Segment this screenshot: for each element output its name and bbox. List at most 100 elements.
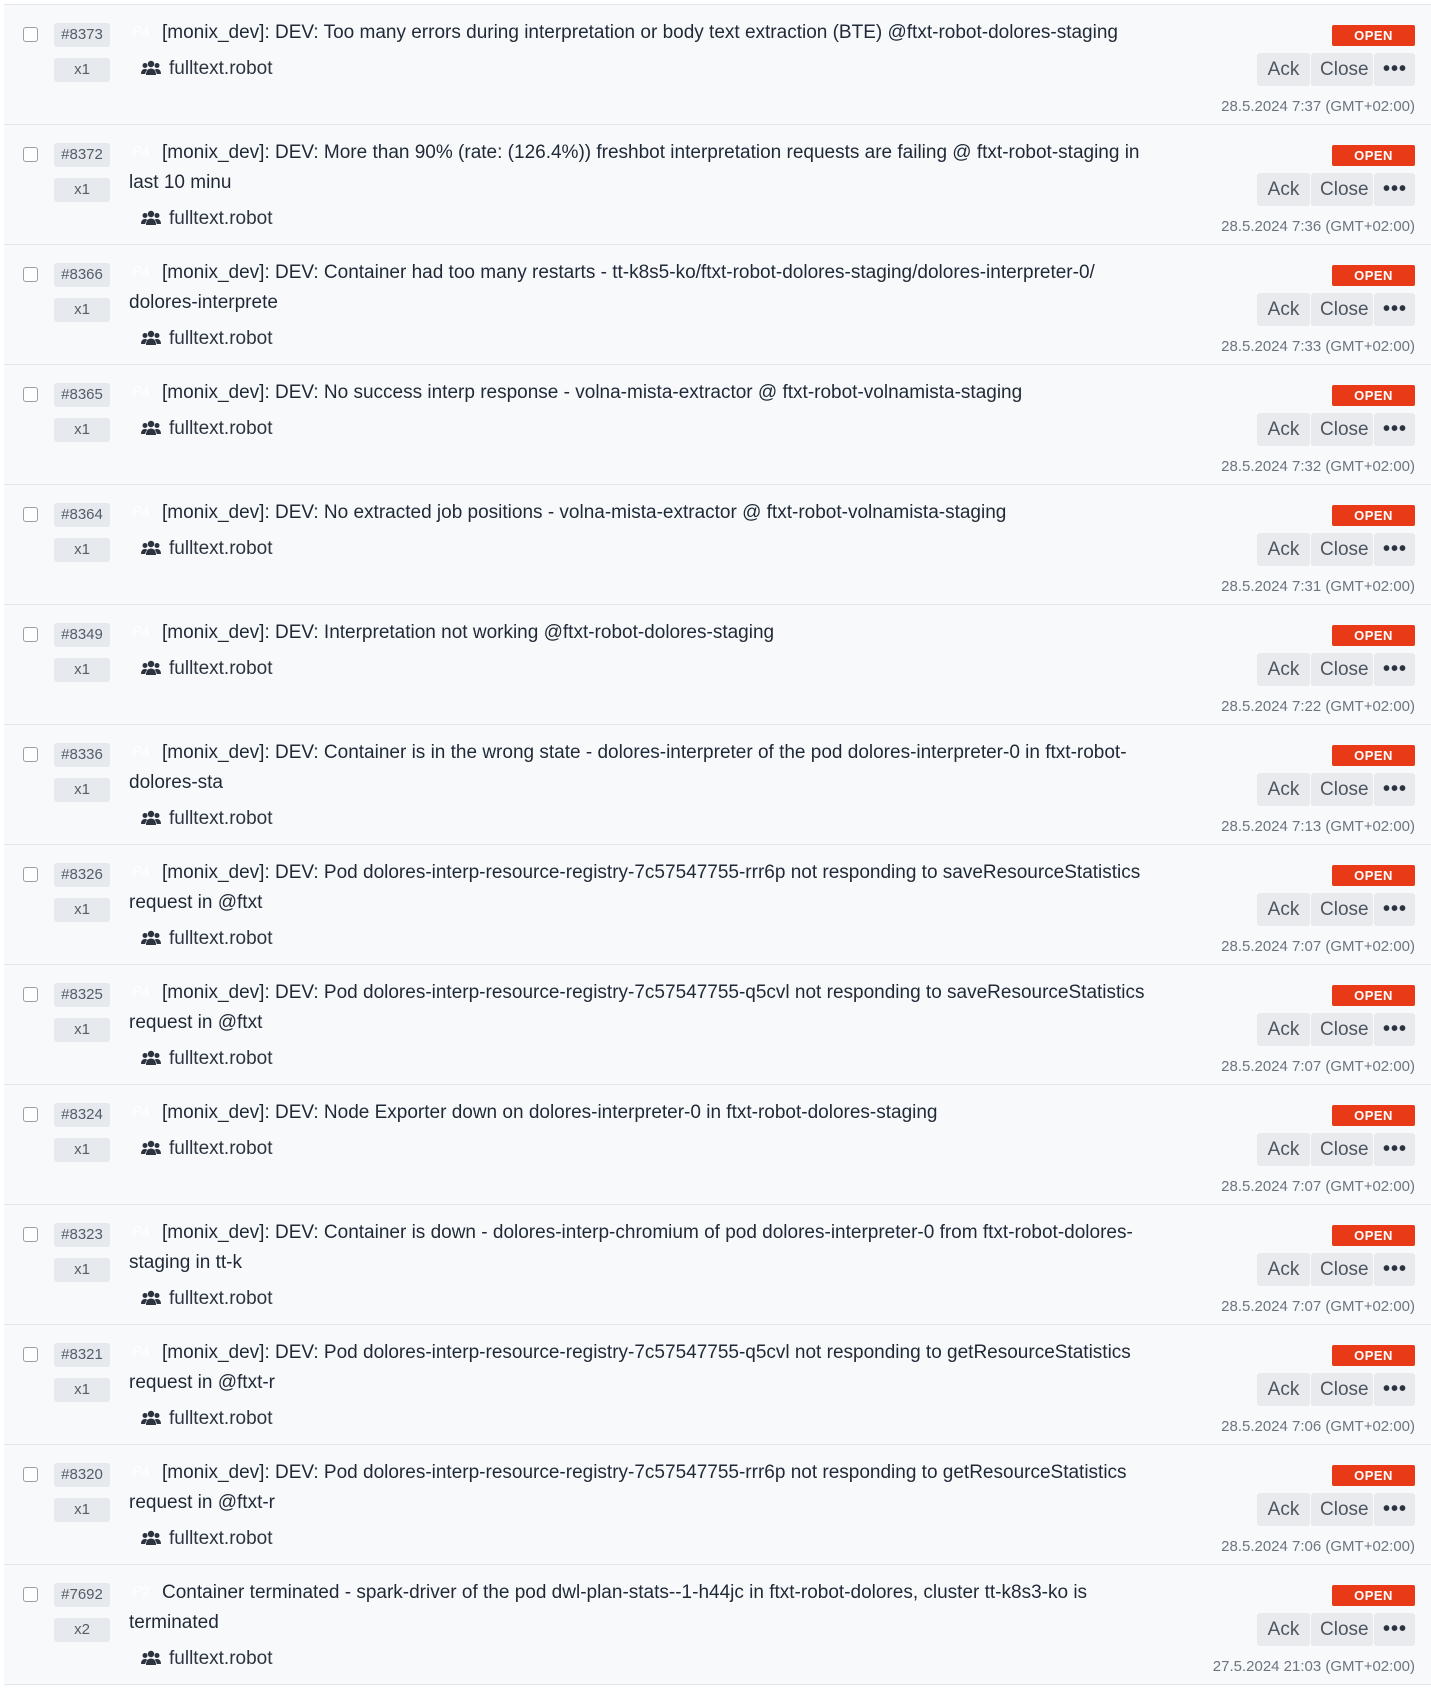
alert-title[interactable]: P4 [monix_dev]: DEV: Pod dolores-interp-r… xyxy=(129,978,1149,1038)
select-checkbox[interactable] xyxy=(23,1587,38,1602)
select-checkbox[interactable] xyxy=(23,267,38,282)
ack-button[interactable]: Ack xyxy=(1257,1613,1310,1646)
select-checkbox[interactable] xyxy=(23,867,38,882)
ack-button[interactable]: Ack xyxy=(1257,413,1310,446)
ack-button[interactable]: Ack xyxy=(1257,53,1310,86)
alert-title[interactable]: P4 [monix_dev]: DEV: Container is down - … xyxy=(129,1218,1149,1278)
close-button[interactable]: Close xyxy=(1311,1253,1373,1286)
alert-timestamp: 27.5.2024 21:03 (GMT+02:00) xyxy=(1212,1658,1415,1675)
ack-button[interactable]: Ack xyxy=(1257,1133,1310,1166)
ack-button[interactable]: Ack xyxy=(1257,1373,1310,1406)
owner-name: fulltext.robot xyxy=(169,538,273,559)
alert-title-text: [monix_dev]: DEV: Node Exporter down on … xyxy=(162,1102,938,1123)
alert-actions: Ack Close ••• xyxy=(1257,1493,1415,1526)
close-button[interactable]: Close xyxy=(1311,413,1373,446)
select-checkbox[interactable] xyxy=(23,1347,38,1362)
select-checkbox[interactable] xyxy=(23,27,38,42)
alert-row[interactable]: #7692 x2 P2 Container terminated - spark-… xyxy=(4,1565,1431,1685)
more-options-button[interactable]: ••• xyxy=(1374,653,1415,686)
occurrence-count: x1 xyxy=(54,1378,110,1402)
alert-timestamp: 28.5.2024 7:07 (GMT+02:00) xyxy=(1221,1058,1415,1075)
select-checkbox[interactable] xyxy=(23,387,38,402)
select-checkbox[interactable] xyxy=(23,627,38,642)
select-checkbox[interactable] xyxy=(23,147,38,162)
more-options-button[interactable]: ••• xyxy=(1374,1133,1415,1166)
close-button[interactable]: Close xyxy=(1311,773,1373,806)
alert-row[interactable]: #8324 x1 P4 [monix_dev]: DEV: Node Export… xyxy=(4,1085,1431,1205)
close-button[interactable]: Close xyxy=(1311,53,1373,86)
select-checkbox[interactable] xyxy=(23,1107,38,1122)
alert-row[interactable]: #8373 x1 P4 [monix_dev]: DEV: Too many er… xyxy=(4,5,1431,125)
more-options-button[interactable]: ••• xyxy=(1374,1493,1415,1526)
alert-row[interactable]: #8336 x1 P4 [monix_dev]: DEV: Container i… xyxy=(4,725,1431,845)
alert-title[interactable]: P4 [monix_dev]: DEV: Interpretation not w… xyxy=(129,618,1149,648)
alert-row[interactable]: #8323 x1 P4 [monix_dev]: DEV: Container i… xyxy=(4,1205,1431,1325)
alert-row[interactable]: #8372 x1 P4 [monix_dev]: DEV: More than 9… xyxy=(4,125,1431,245)
more-options-button[interactable]: ••• xyxy=(1374,173,1415,206)
select-checkbox[interactable] xyxy=(23,987,38,1002)
team-owner: fulltext.robot xyxy=(141,57,273,81)
ack-button[interactable]: Ack xyxy=(1257,893,1310,926)
ack-button[interactable]: Ack xyxy=(1257,293,1310,326)
more-options-button[interactable]: ••• xyxy=(1374,773,1415,806)
more-options-button[interactable]: ••• xyxy=(1374,1013,1415,1046)
alert-row[interactable]: #8364 x1 P4 [monix_dev]: DEV: No extracte… xyxy=(4,485,1431,605)
alert-title[interactable]: P4 [monix_dev]: DEV: Container is in the … xyxy=(129,738,1149,798)
ack-button[interactable]: Ack xyxy=(1257,173,1310,206)
alert-actions: Ack Close ••• xyxy=(1257,293,1415,326)
alert-actions: Ack Close ••• xyxy=(1257,1253,1415,1286)
alert-title[interactable]: P4 [monix_dev]: DEV: Pod dolores-interp-r… xyxy=(129,1458,1149,1518)
select-checkbox[interactable] xyxy=(23,1227,38,1242)
close-button[interactable]: Close xyxy=(1311,1613,1373,1646)
close-button[interactable]: Close xyxy=(1311,1373,1373,1406)
select-checkbox[interactable] xyxy=(23,747,38,762)
close-button[interactable]: Close xyxy=(1311,1013,1373,1046)
alert-row[interactable]: #8320 x1 P4 [monix_dev]: DEV: Pod dolores… xyxy=(4,1445,1431,1565)
alert-row[interactable]: #8365 x1 P4 [monix_dev]: DEV: No success … xyxy=(4,365,1431,485)
alert-title-text: [monix_dev]: DEV: Too many errors during… xyxy=(162,22,1118,43)
alert-title[interactable]: P4 [monix_dev]: DEV: Pod dolores-interp-r… xyxy=(129,1338,1149,1398)
alert-row[interactable]: #8349 x1 P4 [monix_dev]: DEV: Interpretat… xyxy=(4,605,1431,725)
ack-button[interactable]: Ack xyxy=(1257,653,1310,686)
close-button[interactable]: Close xyxy=(1311,1133,1373,1166)
alert-row[interactable]: #8326 x1 P4 [monix_dev]: DEV: Pod dolores… xyxy=(4,845,1431,965)
alert-id: #8372 xyxy=(54,143,110,167)
more-options-button[interactable]: ••• xyxy=(1374,293,1415,326)
alert-title[interactable]: P4 [monix_dev]: DEV: Node Exporter down o… xyxy=(129,1098,1149,1128)
close-button[interactable]: Close xyxy=(1311,1493,1373,1526)
close-button[interactable]: Close xyxy=(1311,173,1373,206)
alert-id: #8320 xyxy=(54,1463,110,1487)
alert-title-text: [monix_dev]: DEV: More than 90% (rate: (… xyxy=(129,142,1140,193)
alert-row[interactable]: #8321 x1 P4 [monix_dev]: DEV: Pod dolores… xyxy=(4,1325,1431,1445)
alert-title[interactable]: P4 [monix_dev]: DEV: No extracted job pos… xyxy=(129,498,1149,528)
ack-button[interactable]: Ack xyxy=(1257,773,1310,806)
more-options-button[interactable]: ••• xyxy=(1374,413,1415,446)
more-options-button[interactable]: ••• xyxy=(1374,893,1415,926)
select-checkbox[interactable] xyxy=(23,1467,38,1482)
priority-badge: P4 xyxy=(132,383,150,399)
alert-title[interactable]: P2 Container terminated - spark-driver of… xyxy=(129,1578,1149,1638)
more-options-button[interactable]: ••• xyxy=(1374,1613,1415,1646)
close-button[interactable]: Close xyxy=(1311,293,1373,326)
more-options-button[interactable]: ••• xyxy=(1374,533,1415,566)
ack-button[interactable]: Ack xyxy=(1257,1013,1310,1046)
more-options-button[interactable]: ••• xyxy=(1374,1373,1415,1406)
alert-title[interactable]: P4 [monix_dev]: DEV: Too many errors duri… xyxy=(129,18,1149,48)
alert-title[interactable]: P4 [monix_dev]: DEV: Container had too ma… xyxy=(129,258,1149,318)
ack-button[interactable]: Ack xyxy=(1257,1493,1310,1526)
ack-button[interactable]: Ack xyxy=(1257,1253,1310,1286)
more-options-button[interactable]: ••• xyxy=(1374,1253,1415,1286)
alert-title[interactable]: P4 [monix_dev]: DEV: Pod dolores-interp-r… xyxy=(129,858,1149,918)
close-button[interactable]: Close xyxy=(1311,653,1373,686)
select-checkbox[interactable] xyxy=(23,507,38,522)
alert-row[interactable]: #8366 x1 P4 [monix_dev]: DEV: Container h… xyxy=(4,245,1431,365)
alert-row[interactable]: #8325 x1 P4 [monix_dev]: DEV: Pod dolores… xyxy=(4,965,1431,1085)
alert-id: #8323 xyxy=(54,1223,110,1247)
ack-button[interactable]: Ack xyxy=(1257,533,1310,566)
more-options-button[interactable]: ••• xyxy=(1374,53,1415,86)
alert-id: #8373 xyxy=(54,23,110,47)
close-button[interactable]: Close xyxy=(1311,893,1373,926)
close-button[interactable]: Close xyxy=(1311,533,1373,566)
alert-title[interactable]: P4 [monix_dev]: DEV: No success interp re… xyxy=(129,378,1149,408)
alert-title[interactable]: P4 [monix_dev]: DEV: More than 90% (rate:… xyxy=(129,138,1149,198)
